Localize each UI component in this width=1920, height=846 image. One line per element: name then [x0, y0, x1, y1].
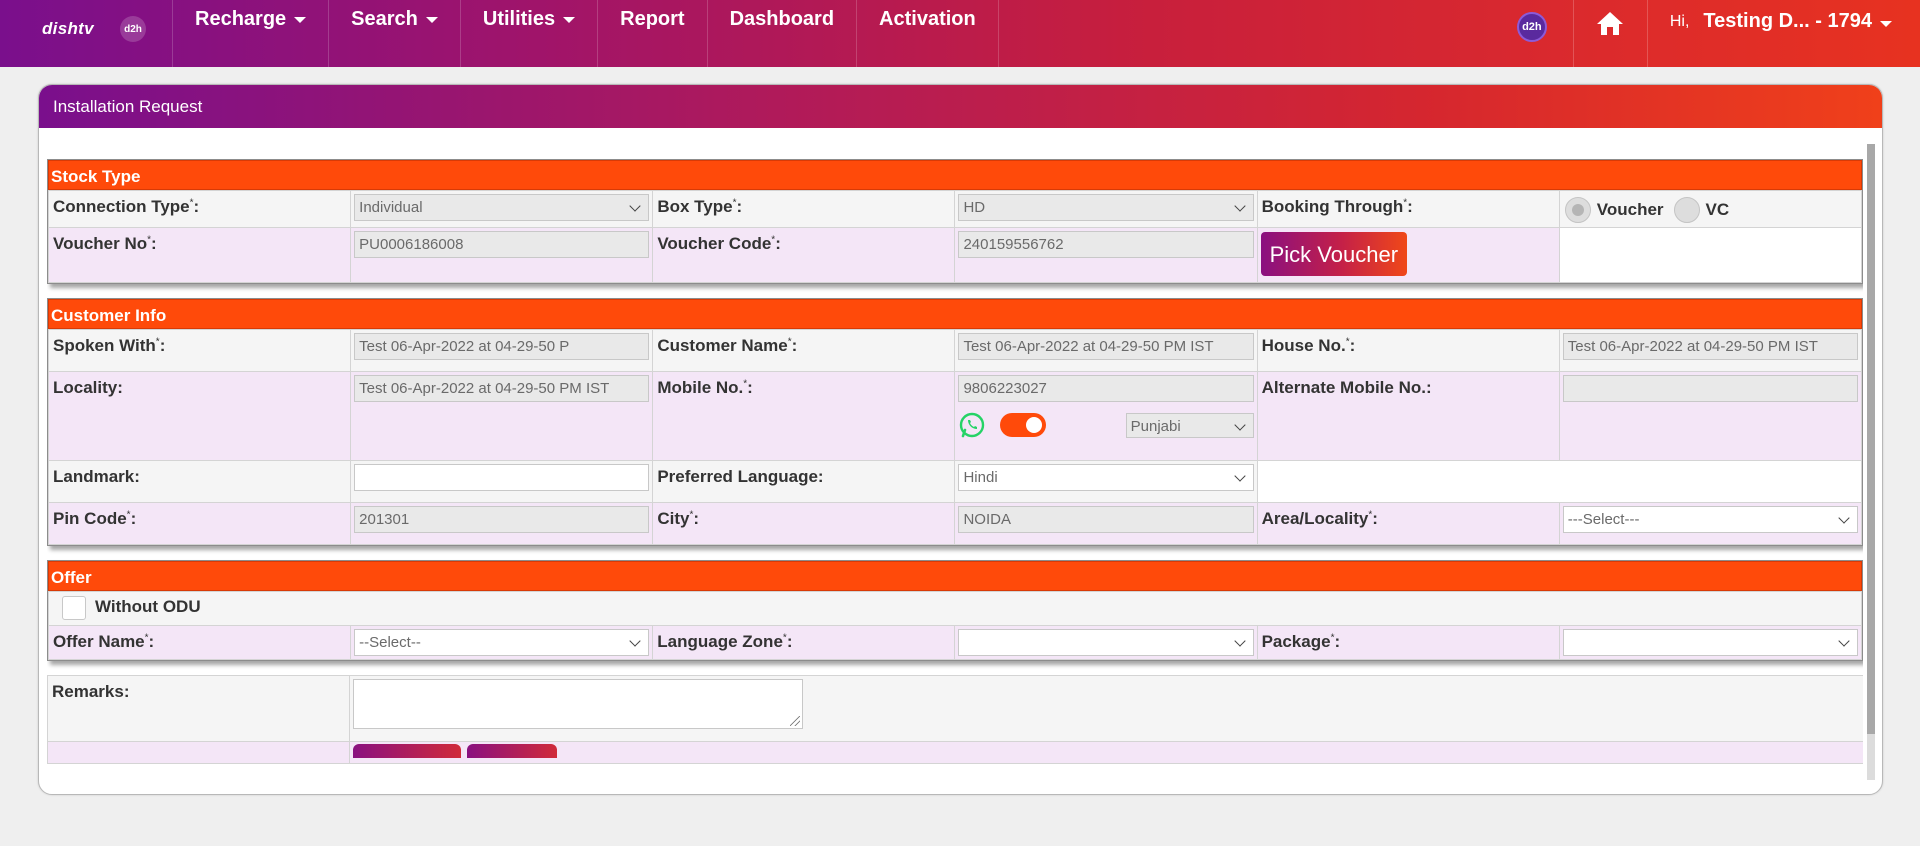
booking-through-radio-group: Voucher VC [1563, 194, 1858, 223]
voucher-radio-label: Voucher [1596, 200, 1664, 219]
empty-cell [1558, 227, 1863, 283]
nav-right: d2h Hi, Testing D... - 1794 [1516, 0, 1920, 67]
language-zone-select[interactable] [958, 629, 1254, 656]
user-name: Testing D... - 1794 [1703, 10, 1872, 32]
submit-button[interactable] [353, 744, 461, 758]
pick-voucher-button[interactable]: Pick Voucher [1260, 232, 1408, 276]
nav-report-label: Report [620, 8, 685, 30]
voucher-radio[interactable] [1564, 197, 1591, 223]
nav-utilities-label: Utilities [482, 8, 556, 30]
reset-button[interactable] [467, 744, 557, 758]
customer-name-label: Customer Name*: [657, 336, 798, 355]
box-type-label: Box Type*: [657, 197, 743, 216]
connection-type-label: Connection Type*: [53, 197, 200, 216]
home-icon [1597, 12, 1624, 35]
caret-down-icon [425, 16, 438, 23]
form-content: Stock Type Connection Type*: Individual … [47, 159, 1863, 779]
locality-input[interactable]: Test 06-Apr-2022 at 04-29-50 PM IST [354, 375, 650, 402]
city-input[interactable]: NOIDA [958, 506, 1254, 533]
resize-grip-icon[interactable] [790, 716, 800, 726]
landmark-input[interactable] [354, 464, 650, 491]
pin-code-label: Pin Code*: [53, 509, 137, 528]
remarks-table: Remarks: [47, 675, 1863, 764]
nav-search-label: Search [351, 8, 418, 30]
nav-recharge[interactable]: Recharge [172, 0, 328, 67]
vc-radio[interactable] [1673, 197, 1700, 223]
without-odu-checkbox[interactable] [62, 596, 86, 620]
house-no-label: House No.*: [1261, 336, 1356, 355]
greeting: Hi, [1669, 13, 1690, 30]
d2h-badge-icon[interactable]: d2h [1516, 12, 1547, 42]
whatsapp-language-select[interactable]: Punjabi [1125, 412, 1254, 438]
language-zone-label: Language Zone*: [657, 632, 793, 651]
d2h-badge-cell: d2h [1516, 0, 1573, 67]
installation-request-panel: Installation Request Stock Type Connecti… [38, 84, 1883, 795]
pin-code-input[interactable]: 201301 [354, 506, 650, 533]
user-menu[interactable]: Hi, Testing D... - 1794 [1646, 0, 1920, 67]
nav-utilities[interactable]: Utilities [459, 0, 597, 67]
alternate-mobile-label: Alternate Mobile No.: [1261, 378, 1432, 397]
whatsapp-options: Punjabi [958, 410, 1254, 440]
section-title-offer: Offer [48, 561, 1862, 591]
booking-through-label: Booking Through*: [1261, 197, 1413, 216]
whatsapp-icon [960, 412, 985, 438]
nav-dashboard[interactable]: Dashboard [706, 0, 856, 67]
offer-section: Offer Without ODU Offer Name*: --Select-… [47, 560, 1863, 661]
offer-name-label: Offer Name*: [53, 632, 155, 651]
nav-activation-label: Activation [879, 8, 976, 30]
panel-title: Installation Request [39, 85, 1882, 128]
area-locality-label: Area/Locality*: [1261, 509, 1378, 528]
without-odu-label: Without ODU [95, 597, 201, 617]
stock-type-section: Stock Type Connection Type*: Individual … [47, 159, 1863, 284]
d2h-logo: d2h [120, 16, 146, 42]
top-navbar: dishtv d2h Recharge Search Utilities Rep… [0, 0, 1920, 67]
voucher-code-input[interactable]: 240159556762 [958, 231, 1254, 258]
house-no-input[interactable]: Test 06-Apr-2022 at 04-29-50 PM IST [1562, 333, 1858, 360]
mobile-no-input[interactable]: 9806223027 [958, 375, 1254, 402]
offer-name-select[interactable]: --Select-- [354, 629, 650, 656]
nav-activation[interactable]: Activation [856, 0, 999, 67]
section-title-stock-type: Stock Type [48, 160, 1862, 190]
locality-label: Locality: [53, 378, 123, 397]
spoken-with-label: Spoken With*: [53, 336, 166, 355]
landmark-label: Landmark: [53, 467, 140, 486]
area-locality-select[interactable]: ---Select--- [1562, 506, 1858, 533]
toggle-knob [1026, 417, 1043, 433]
vc-radio-label: VC [1705, 200, 1730, 219]
whatsapp-toggle[interactable] [1000, 413, 1047, 437]
vertical-scrollbar[interactable] [1867, 144, 1875, 780]
mobile-no-label: Mobile No.*: [657, 378, 753, 397]
dishtv-logo: dishtv [42, 19, 94, 38]
nav-dashboard-label: Dashboard [729, 8, 835, 30]
nav-report[interactable]: Report [597, 0, 706, 67]
preferred-language-select[interactable]: Hindi [958, 464, 1254, 491]
home-button[interactable] [1572, 0, 1647, 67]
caret-down-icon [1880, 21, 1892, 27]
section-title-customer-info: Customer Info [48, 299, 1862, 329]
package-label: Package*: [1261, 632, 1341, 651]
remarks-label: Remarks: [52, 682, 130, 701]
nav-search[interactable]: Search [328, 0, 460, 67]
city-label: City*: [657, 509, 700, 528]
box-type-select[interactable]: HD [958, 194, 1254, 221]
alternate-mobile-input[interactable] [1562, 375, 1858, 402]
brand-logo[interactable]: dishtv d2h [0, 0, 172, 67]
voucher-no-label: Voucher No*: [53, 234, 157, 253]
remarks-textarea[interactable] [353, 679, 803, 729]
caret-down-icon [294, 16, 307, 23]
package-select[interactable] [1562, 629, 1858, 656]
connection-type-select[interactable]: Individual [354, 194, 650, 221]
scrollbar-thumb[interactable] [1867, 144, 1875, 734]
spoken-with-input[interactable]: Test 06-Apr-2022 at 04-29-50 P [354, 333, 650, 360]
voucher-code-label: Voucher Code*: [657, 234, 781, 253]
empty-cell [1256, 460, 1863, 503]
voucher-no-input[interactable]: PU0006186008 [354, 231, 650, 258]
preferred-language-label: Preferred Language: [657, 467, 824, 486]
caret-down-icon [563, 16, 576, 23]
customer-name-input[interactable]: Test 06-Apr-2022 at 04-29-50 PM IST [958, 333, 1254, 360]
nav-recharge-label: Recharge [195, 8, 287, 30]
customer-info-section: Customer Info Spoken With*: Test 06-Apr-… [47, 298, 1863, 546]
